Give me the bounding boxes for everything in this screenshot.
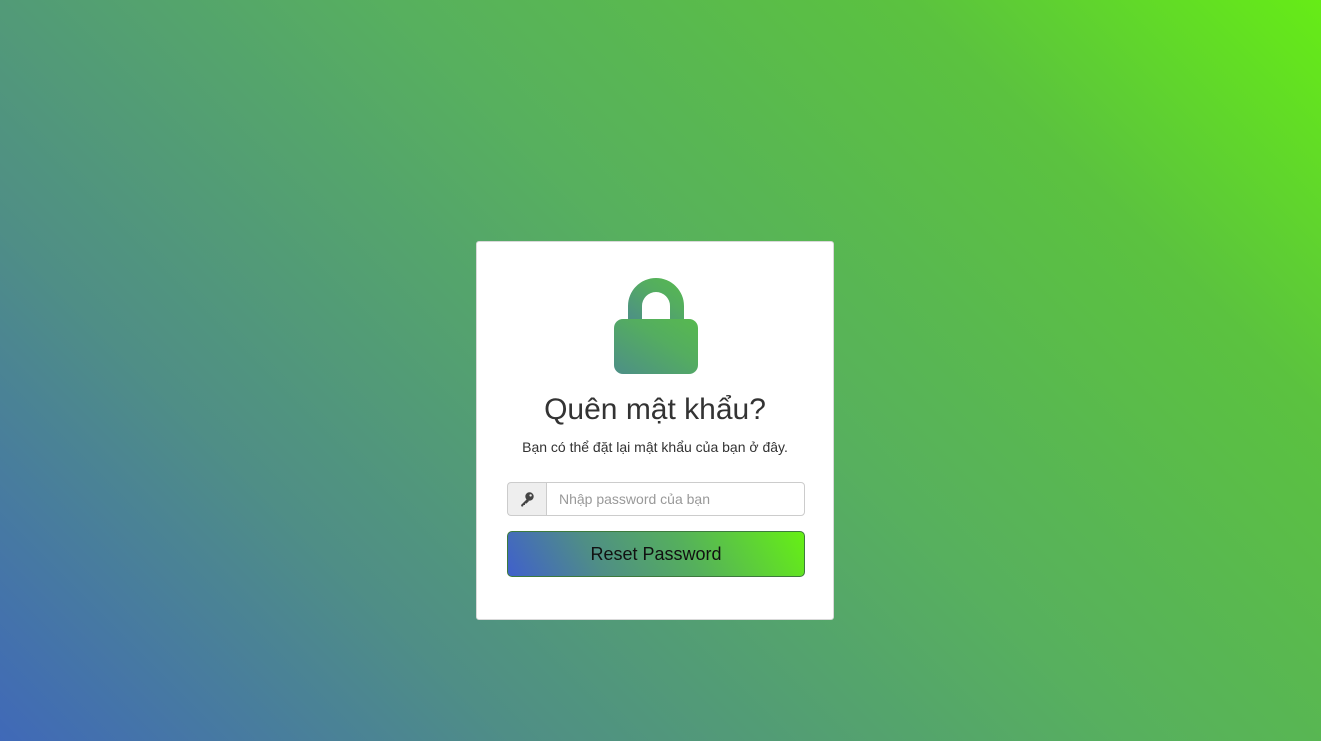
key-icon xyxy=(507,482,546,516)
page-subtitle: Bạn có thể đặt lại mật khẩu của bạn ở đâ… xyxy=(522,439,788,455)
reset-password-button[interactable]: Reset Password xyxy=(507,531,805,577)
reset-password-card: Quên mật khẩu? Bạn có thể đặt lại mật kh… xyxy=(476,241,834,620)
page-title: Quên mật khẩu? xyxy=(544,393,766,426)
lock-icon xyxy=(614,277,698,374)
password-input-group xyxy=(507,482,805,516)
password-input[interactable] xyxy=(546,482,805,516)
